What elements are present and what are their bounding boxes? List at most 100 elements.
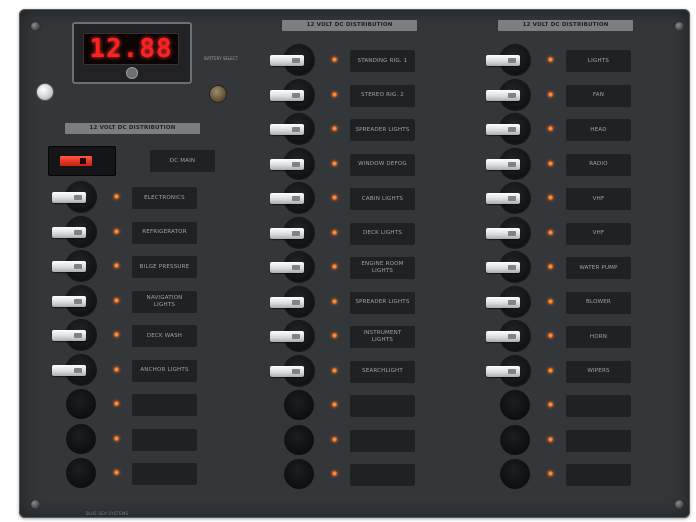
left-breaker-3[interactable] — [52, 285, 96, 316]
right-breaker-handle-0[interactable] — [486, 55, 520, 66]
right-breaker-8[interactable] — [486, 321, 530, 351]
left-section-label: 12 VOLT DC DISTRIBUTION — [65, 123, 200, 134]
middle-breaker-handle-8[interactable] — [270, 331, 304, 342]
middle-label-8: INSTRUMENT LIGHTS — [350, 326, 415, 348]
panel-screw-icon — [31, 500, 40, 509]
left-breaker-5[interactable] — [52, 354, 96, 385]
middle-breaker-handle-7[interactable] — [270, 296, 304, 308]
middle-breaker-handle-2[interactable] — [270, 124, 304, 135]
right-label-12 — [566, 464, 631, 486]
left-led-icon-1 — [114, 228, 119, 234]
right-label-0: LIGHTS — [566, 50, 631, 72]
right-section-label: 12 VOLT DC DISTRIBUTION — [498, 20, 633, 31]
left-breaker-handle-4[interactable] — [52, 330, 86, 341]
left-label-6 — [132, 394, 197, 416]
manufacturer-mark: BLUE SEA SYSTEMS — [86, 511, 129, 516]
middle-breaker-6[interactable] — [270, 252, 314, 282]
right-breaker-5[interactable] — [486, 217, 530, 248]
right-breaker-7[interactable] — [486, 286, 530, 317]
middle-breaker-4[interactable] — [270, 183, 314, 213]
right-led-icon-1 — [548, 91, 553, 97]
middle-breaker-11[interactable] — [284, 424, 314, 455]
right-led-icon-6 — [548, 264, 553, 269]
right-breaker-handle-9[interactable] — [486, 365, 520, 377]
right-breaker-handle-2[interactable] — [486, 124, 520, 135]
middle-label-11 — [350, 429, 415, 452]
dc-main-switch[interactable] — [48, 146, 116, 176]
left-breaker-handle-0[interactable] — [52, 192, 86, 203]
middle-breaker-7[interactable] — [270, 286, 314, 317]
middle-led-icon-0 — [332, 57, 337, 62]
right-breaker-handle-8[interactable] — [486, 331, 520, 342]
right-led-icon-8 — [548, 333, 553, 338]
left-label-2: BILGE PRESSURE — [132, 256, 197, 278]
middle-breaker-handle-1[interactable] — [270, 89, 304, 101]
panel-screw-icon — [675, 22, 684, 31]
middle-breaker-9[interactable] — [270, 355, 314, 386]
dc-main-label: DC MAIN — [150, 150, 215, 172]
right-breaker-3[interactable] — [486, 148, 530, 179]
left-breaker-handle-1[interactable] — [52, 226, 86, 238]
left-breaker-handle-3[interactable] — [52, 295, 86, 307]
right-breaker-handle-3[interactable] — [486, 158, 520, 170]
right-breaker-6[interactable] — [486, 252, 530, 282]
dc-main-toggle[interactable] — [60, 156, 92, 166]
voltmeter-knob[interactable] — [126, 67, 138, 79]
middle-led-icon-4 — [332, 195, 337, 200]
left-breaker-8[interactable] — [66, 458, 96, 488]
middle-breaker-handle-5[interactable] — [270, 227, 304, 239]
right-breaker-12[interactable] — [500, 459, 530, 489]
middle-breaker-1[interactable] — [270, 79, 314, 110]
middle-led-icon-12 — [332, 471, 337, 476]
battery-selector-label: BATTERY SELECT — [204, 56, 238, 61]
middle-breaker-handle-4[interactable] — [270, 193, 304, 204]
battery-selector-knob[interactable] — [209, 85, 227, 103]
right-breaker-handle-6[interactable] — [486, 262, 520, 273]
right-led-icon-4 — [548, 195, 553, 200]
left-breaker-6[interactable] — [66, 389, 96, 419]
middle-breaker-handle-6[interactable] — [270, 262, 304, 273]
right-label-2: HEAD — [566, 119, 631, 141]
middle-breaker-handle-9[interactable] — [270, 365, 304, 377]
middle-led-icon-1 — [332, 91, 337, 97]
middle-breaker-0[interactable] — [270, 45, 314, 75]
left-label-5: ANCHOR LIGHTS — [132, 359, 197, 382]
left-breaker-2[interactable] — [52, 251, 96, 281]
left-breaker-handle-5[interactable] — [52, 364, 86, 376]
left-led-icon-5 — [114, 366, 119, 372]
middle-breaker-3[interactable] — [270, 148, 314, 179]
right-breaker-handle-5[interactable] — [486, 227, 520, 239]
middle-breaker-handle-0[interactable] — [270, 55, 304, 66]
left-breaker-handle-2[interactable] — [52, 261, 86, 272]
right-breaker-1[interactable] — [486, 79, 530, 110]
middle-label-1: STEREO RIG. 2 — [350, 84, 415, 107]
right-breaker-0[interactable] — [486, 45, 530, 75]
middle-breaker-12[interactable] — [284, 459, 314, 489]
left-breaker-4[interactable] — [52, 320, 96, 350]
left-label-7 — [132, 428, 197, 451]
right-breaker-9[interactable] — [486, 355, 530, 386]
middle-breaker-10[interactable] — [284, 390, 314, 420]
right-breaker-4[interactable] — [486, 183, 530, 213]
middle-label-3: WINDOW DEFOG — [350, 153, 415, 176]
middle-label-0: STANDING RIG. 1 — [350, 50, 415, 72]
left-breaker-0[interactable] — [52, 182, 96, 212]
right-breaker-10[interactable] — [500, 390, 530, 420]
right-breaker-11[interactable] — [500, 424, 530, 455]
pilot-light-icon — [36, 83, 54, 101]
middle-breaker-2[interactable] — [270, 114, 314, 144]
right-breaker-handle-1[interactable] — [486, 89, 520, 101]
middle-breaker-5[interactable] — [270, 217, 314, 248]
middle-led-icon-9 — [332, 367, 337, 373]
right-breaker-handle-4[interactable] — [486, 193, 520, 204]
right-breaker-2[interactable] — [486, 114, 530, 144]
left-breaker-7[interactable] — [66, 423, 96, 454]
left-breaker-1[interactable] — [52, 216, 96, 247]
middle-label-12 — [350, 464, 415, 486]
left-led-icon-6 — [114, 401, 119, 406]
middle-breaker-8[interactable] — [270, 321, 314, 351]
middle-breaker-handle-3[interactable] — [270, 158, 304, 170]
middle-led-icon-8 — [332, 333, 337, 338]
right-label-5: VHF — [566, 222, 631, 245]
right-breaker-handle-7[interactable] — [486, 296, 520, 308]
